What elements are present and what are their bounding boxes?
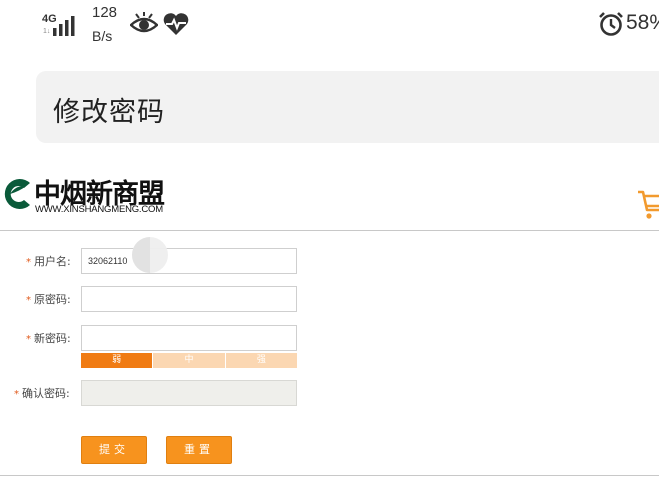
old-password-label-text: 原密码: xyxy=(34,293,71,306)
heartbeat-icon xyxy=(163,13,189,35)
eye-icon xyxy=(130,12,158,33)
required-mark: * xyxy=(26,334,31,345)
page-title: 修改密码 xyxy=(53,97,165,128)
password-strength-meter: 弱 中 强 xyxy=(81,353,297,368)
required-mark: * xyxy=(14,389,19,400)
strength-weak: 弱 xyxy=(81,353,153,368)
username-label: * 用户名: xyxy=(26,253,71,269)
network-activity: 1↓ xyxy=(43,28,51,35)
required-mark: * xyxy=(26,295,31,306)
confirm-password-label-text: 确认密码: xyxy=(22,387,70,400)
network-speed-value: 128 xyxy=(92,4,118,21)
submit-button[interactable]: 提交 xyxy=(81,436,147,464)
new-password-label: * 新密码: xyxy=(26,330,71,346)
strength-medium: 中 xyxy=(152,353,225,368)
signal-icon xyxy=(53,16,75,36)
title-bar: 修改密码 xyxy=(36,71,659,143)
username-label-text: 用户名: xyxy=(34,255,71,268)
confirm-password-field[interactable] xyxy=(81,380,297,406)
cart-icon[interactable] xyxy=(637,186,659,220)
site-logo[interactable]: 中烟新商盟 WWW.XINSHANGMENG.COM xyxy=(0,175,180,220)
status-bar: 4G 1↓ 128 B/s 58% xyxy=(0,0,659,52)
required-mark: * xyxy=(26,257,31,268)
battery-level: 58% xyxy=(626,11,659,34)
logo-url: WWW.XINSHANGMENG.COM xyxy=(35,204,163,215)
network-speed-unit: B/s xyxy=(92,28,113,44)
new-password-label-text: 新密码: xyxy=(34,332,71,345)
alarm-icon xyxy=(599,12,623,36)
confirm-password-label: * 确认密码: xyxy=(14,385,70,401)
username-field[interactable]: 32062110 xyxy=(81,248,297,274)
leaf-logo-icon xyxy=(4,179,30,209)
strength-strong: 强 xyxy=(224,353,297,368)
old-password-label: * 原密码: xyxy=(26,291,71,307)
new-password-field[interactable] xyxy=(81,325,297,351)
header-divider xyxy=(0,230,659,231)
loading-spinner-icon xyxy=(132,237,168,273)
footer-divider xyxy=(0,475,659,476)
reset-button[interactable]: 重置 xyxy=(166,436,232,464)
old-password-field[interactable] xyxy=(81,286,297,312)
